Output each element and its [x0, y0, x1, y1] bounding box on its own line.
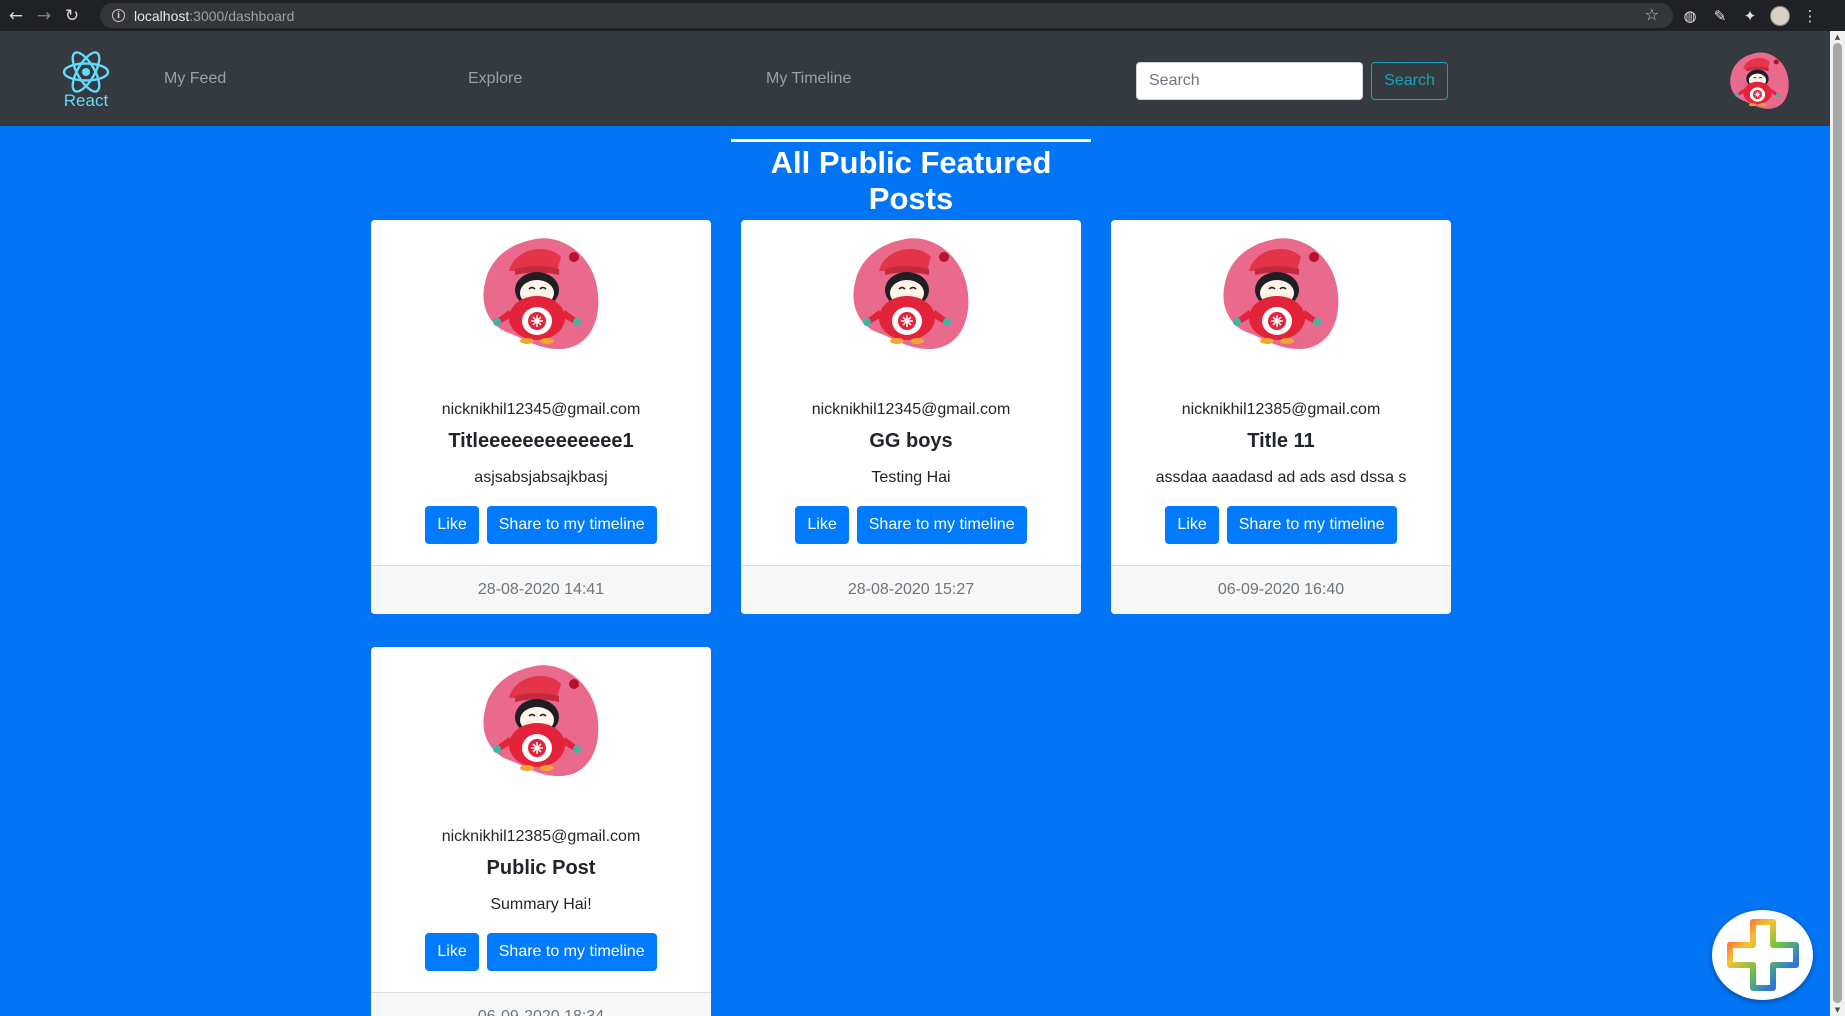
post-title: Title 11	[1247, 430, 1315, 452]
post-title: Titleeeeeeeeeeeee1	[448, 430, 634, 452]
scroll-up-arrow-icon[interactable]: ▲	[1833, 33, 1842, 41]
browser-menu-icon[interactable]: ⋮	[1800, 6, 1820, 26]
scroll-down-arrow-icon[interactable]: ▼	[1833, 1006, 1842, 1014]
create-post-fab[interactable]	[1712, 910, 1813, 1000]
url-text: localhost:3000/dashboard	[134, 7, 295, 24]
post-author-email: nicknikhil12345@gmail.com	[811, 401, 1011, 418]
plus-icon	[1726, 919, 1799, 991]
post-summary: Testing Hai	[871, 469, 951, 486]
like-button[interactable]: Like	[1165, 506, 1219, 544]
bookmark-star-icon[interactable]: ☆	[1645, 5, 1659, 24]
search-input[interactable]	[1136, 62, 1363, 100]
nav-link-my-feed[interactable]: My Feed	[164, 70, 226, 88]
back-arrow-icon[interactable]: ←	[2, 2, 30, 30]
post-date: 28-08-2020 14:41	[371, 565, 711, 614]
address-bar[interactable]: i localhost:3000/dashboard ☆	[100, 3, 1673, 28]
like-button[interactable]: Like	[425, 933, 479, 971]
scrollbar-thumb[interactable]	[1833, 43, 1842, 1003]
like-button[interactable]: Like	[425, 506, 479, 544]
brand-link[interactable]: React	[58, 51, 114, 113]
extension-pen-icon[interactable]: ✎	[1710, 6, 1730, 26]
post-author-email: nicknikhil12385@gmail.com	[1181, 401, 1381, 418]
user-avatar-icon[interactable]	[1728, 49, 1790, 111]
post-title: GG boys	[869, 430, 953, 452]
author-avatar-icon	[1219, 235, 1341, 350]
post-title: Public Post	[486, 857, 596, 879]
nav-link-explore[interactable]: Explore	[468, 70, 522, 88]
reload-icon[interactable]: ↻	[58, 2, 86, 30]
share-to-timeline-button[interactable]: Share to my timeline	[486, 506, 657, 544]
author-avatar-icon	[479, 235, 601, 350]
forward-arrow-icon[interactable]: →	[30, 2, 58, 30]
post-author-email: nicknikhil12345@gmail.com	[441, 401, 641, 418]
post-date: 06-09-2020 18:34	[371, 992, 711, 1016]
app-navbar: React My Feed Explore My Timeline Search	[0, 31, 1830, 126]
post-card: nicknikhil12385@gmail.com Public Post Su…	[371, 647, 711, 1016]
post-author-email: nicknikhil12385@gmail.com	[441, 828, 641, 845]
post-card: nicknikhil12385@gmail.com Title 11 assda…	[1111, 220, 1451, 614]
browser-profile-avatar[interactable]	[1770, 5, 1790, 26]
brand-label: React	[63, 91, 109, 110]
post-date: 06-09-2020 16:40	[1111, 565, 1451, 614]
like-button[interactable]: Like	[795, 506, 849, 544]
extensions-puzzle-icon[interactable]: ✦	[1740, 6, 1760, 26]
share-to-timeline-button[interactable]: Share to my timeline	[486, 933, 657, 971]
site-info-icon[interactable]: i	[112, 9, 125, 22]
share-to-timeline-button[interactable]: Share to my timeline	[1226, 506, 1397, 544]
page-title: All Public Featured Posts	[731, 139, 1091, 217]
react-logo-icon	[62, 51, 110, 93]
browser-toolbar: ← → ↻ i localhost:3000/dashboard ☆ ◍ ✎ ✦…	[0, 0, 1845, 31]
search-button[interactable]: Search	[1371, 62, 1448, 100]
post-summary: assdaa aaadasd ad ads asd dssa s	[1155, 469, 1407, 486]
page-scrollbar[interactable]: ▲ ▼	[1830, 31, 1845, 1016]
share-to-timeline-button[interactable]: Share to my timeline	[856, 506, 1027, 544]
post-card: nicknikhil12345@gmail.com GG boys Testin…	[741, 220, 1081, 614]
post-summary: asjsabsjabsajkbasj	[474, 469, 608, 486]
author-avatar-icon	[479, 662, 601, 777]
author-avatar-icon	[849, 235, 971, 350]
nav-link-my-timeline[interactable]: My Timeline	[766, 70, 851, 88]
post-summary: Summary Hai!	[490, 896, 592, 913]
post-date: 28-08-2020 15:27	[741, 565, 1081, 614]
extension-globe-icon[interactable]: ◍	[1680, 6, 1700, 26]
post-card: nicknikhil12345@gmail.com Titleeeeeeeeee…	[371, 220, 711, 614]
